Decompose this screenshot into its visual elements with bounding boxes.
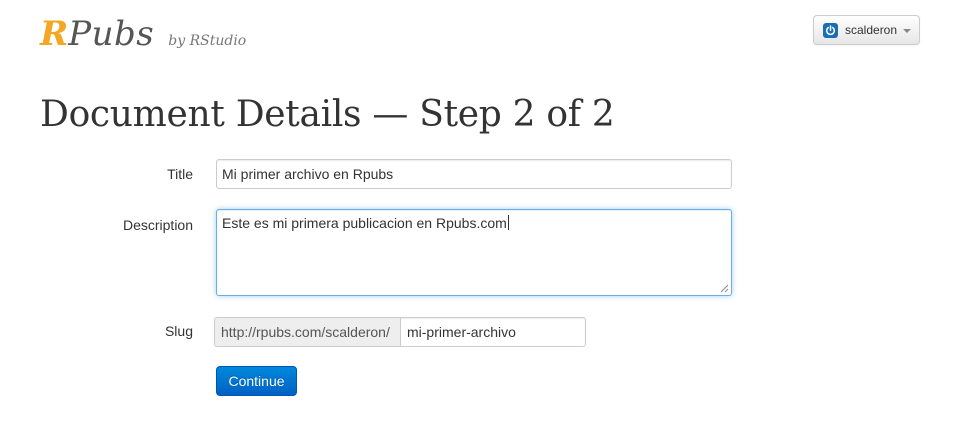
title-input-value: Mi primer archivo en Rpubs <box>222 166 394 182</box>
page-title: Document Details — Step 2 of 2 <box>40 94 615 135</box>
title-input[interactable]: Mi primer archivo en Rpubs <box>216 159 732 189</box>
rpubs-logo[interactable]: R Pubs by RStudio <box>40 14 246 54</box>
continue-button[interactable]: Continue <box>216 366 297 396</box>
logo-by-rstudio: by RStudio <box>168 33 247 49</box>
text-cursor <box>507 215 509 230</box>
resize-handle-icon[interactable] <box>720 284 729 293</box>
logo-pubs: Pubs <box>68 14 155 54</box>
power-icon <box>823 22 838 38</box>
page: R Pubs by RStudio scalderon Document Det… <box>0 0 958 430</box>
title-label: Title <box>167 166 193 182</box>
description-value: Este es mi primera publicacion en Rpubs.… <box>222 215 507 231</box>
slug-input-value: mi-primer-archivo <box>407 324 516 340</box>
slug-prefix: http://rpubs.com/scalderon/ <box>214 317 400 347</box>
user-menu-button[interactable]: scalderon <box>813 15 920 45</box>
description-label: Description <box>122 217 193 233</box>
slug-label: Slug <box>164 323 193 339</box>
chevron-down-icon <box>903 29 912 33</box>
username-label: scalderon <box>845 23 898 37</box>
description-textarea[interactable]: Este es mi primera publicacion en Rpubs.… <box>216 209 732 296</box>
logo-r: R <box>40 14 69 54</box>
slug-input[interactable]: mi-primer-archivo <box>400 317 586 347</box>
